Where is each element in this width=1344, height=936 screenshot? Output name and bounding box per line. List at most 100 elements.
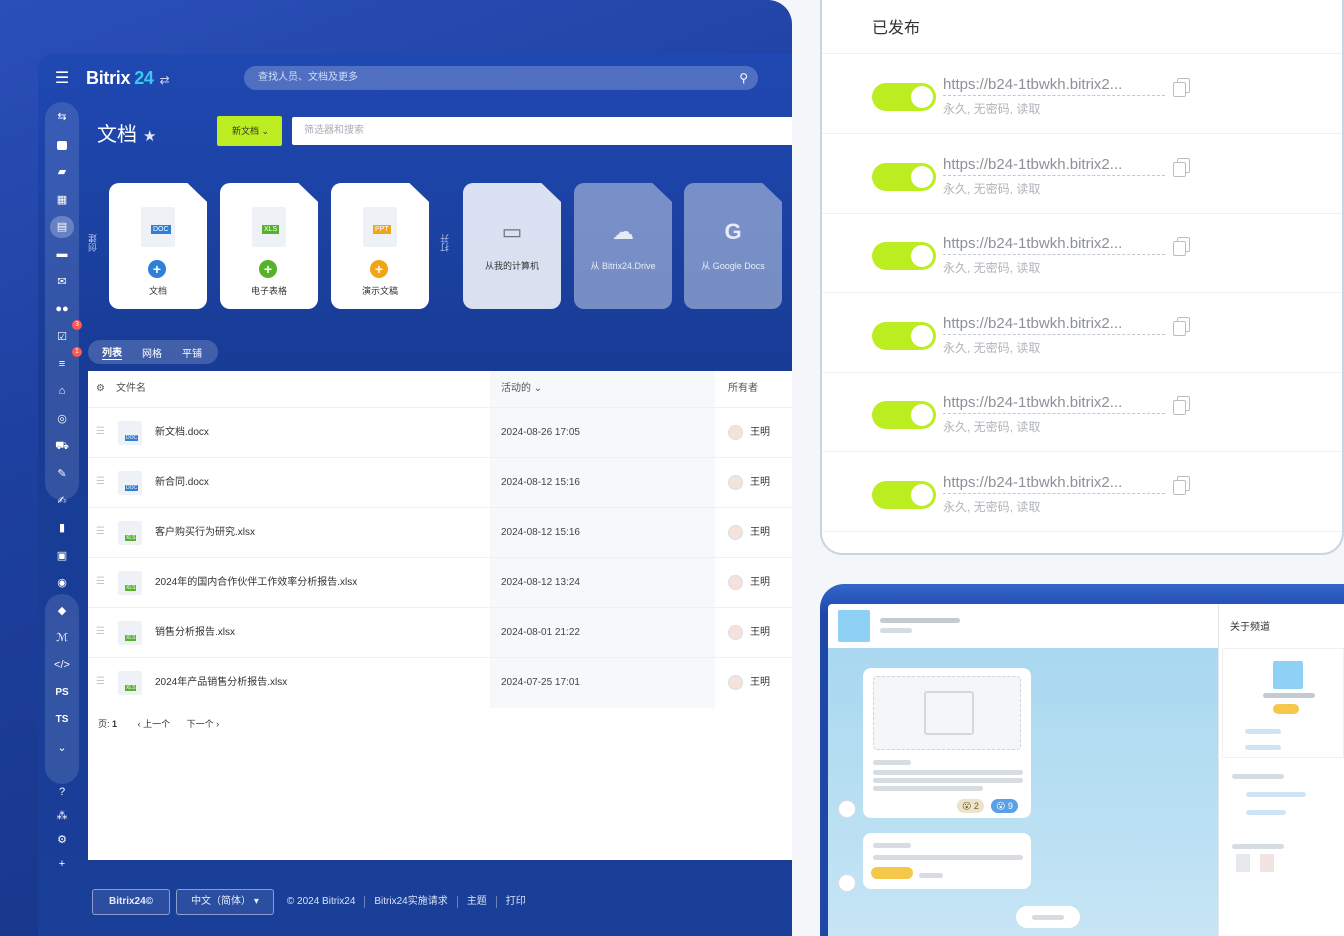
public-url-link[interactable]: https://b24-1tbwkh.bitrix2... (943, 393, 1165, 415)
file-owner[interactable]: 王明 (750, 558, 770, 608)
code-icon[interactable]: </> (50, 654, 74, 676)
create-card-1[interactable]: XLS + 电子表格 (220, 183, 318, 309)
table-row[interactable]: ☰ XLS 销售分析报告.xlsx 2024-08-01 21:22 王明 (88, 607, 792, 657)
file-owner[interactable]: 王明 (750, 408, 770, 458)
filter-search-input[interactable]: 筛选器和搜索 (292, 117, 792, 145)
table-row[interactable]: ☰ XLS 客户购买行为研究.xlsx 2024-08-12 15:16 王明 (88, 507, 792, 557)
publish-toggle[interactable] (872, 481, 936, 509)
copy-icon[interactable] (1173, 396, 1190, 416)
drive-icon[interactable]: ▬ (50, 243, 74, 265)
robot-icon[interactable]: ◉ (50, 572, 74, 594)
file-name[interactable]: 2024年的国内合作伙伴工作效率分析报告.xlsx (155, 558, 357, 608)
prev-page-link[interactable]: ‹ 上一个 (138, 719, 171, 729)
add-icon[interactable]: + (50, 853, 74, 875)
cube-icon[interactable]: ◆ (50, 600, 74, 622)
cart-icon[interactable]: ⛟ (50, 435, 74, 457)
open-card-1[interactable]: ☁ 从 Bitrix24.Drive (574, 183, 672, 309)
image-icon[interactable]: ▣ (50, 545, 74, 567)
brand-m-icon[interactable]: ℳ (50, 627, 74, 649)
create-card-2[interactable]: PPT + 演示文稿 (331, 183, 429, 309)
tasks-icon[interactable]: ☑ 3 (50, 320, 82, 348)
ps-item[interactable]: PS (50, 682, 74, 704)
copy-icon[interactable] (1173, 316, 1190, 336)
public-url-link[interactable]: https://b24-1tbwkh.bitrix2... (943, 155, 1165, 176)
ts-item[interactable]: TS (50, 709, 74, 731)
copy-icon[interactable] (1173, 237, 1190, 257)
public-url-link[interactable]: https://b24-1tbwkh.bitrix2... (943, 75, 1165, 96)
new-document-button[interactable]: 新文档 ⌄ (217, 116, 282, 146)
settings-icon[interactable]: ⚙ (96, 371, 105, 407)
bank-icon[interactable]: ⌂ (50, 380, 74, 402)
drag-handle-icon[interactable]: ☰ (96, 526, 105, 537)
open-card-0[interactable]: ▭ 从我的计算机 (463, 183, 561, 309)
public-url-link[interactable]: https://b24-1tbwkh.bitrix2... (943, 234, 1165, 256)
footer-brand-button[interactable]: Bitrix24© (92, 889, 171, 915)
target-icon[interactable]: ◎ (50, 408, 74, 430)
header-owner[interactable]: 所有者 (728, 371, 758, 407)
header-activity[interactable]: 活动的 ⌄ (501, 371, 542, 407)
chart-icon[interactable]: ▮ (50, 517, 74, 539)
table-row[interactable]: ☰ XLS 2024年的国内合作伙伴工作效率分析报告.xlsx 2024-08-… (88, 557, 792, 607)
publish-toggle[interactable] (872, 242, 936, 271)
impl-request-link[interactable]: Bitrix24实施请求 (365, 896, 458, 908)
print-link[interactable]: 打印 (497, 896, 535, 908)
language-select[interactable]: 中文（简体） ▾ (176, 889, 274, 915)
filter-icon[interactable]: ≡ 1 (50, 347, 82, 375)
inbox-icon[interactable] (50, 134, 74, 156)
public-url-link[interactable]: https://b24-1tbwkh.bitrix2... (943, 473, 1165, 494)
gear-icon[interactable]: ⚙ (50, 829, 74, 851)
file-name[interactable]: 客户购买行为研究.xlsx (155, 508, 255, 558)
copy-icon[interactable] (1173, 157, 1190, 177)
theme-link[interactable]: 主题 (458, 896, 497, 908)
tab-grid[interactable]: 网格 (142, 345, 162, 360)
file-owner[interactable]: 王明 (750, 458, 770, 508)
mail-icon[interactable]: ✉ (50, 271, 74, 293)
drag-handle-icon[interactable]: ☰ (96, 626, 105, 637)
hamburger-icon[interactable]: ☰ (38, 68, 86, 88)
signature-icon[interactable]: ✍ (50, 490, 74, 512)
join-button[interactable] (1016, 906, 1080, 928)
star-icon[interactable]: ★ (143, 128, 156, 145)
tab-tile[interactable]: 平铺 (182, 345, 202, 360)
public-url-link[interactable]: https://b24-1tbwkh.bitrix2... (943, 314, 1165, 335)
publish-toggle[interactable] (872, 321, 936, 350)
table-row[interactable]: ☰ DOC 新合同.docx 2024-08-12 15:16 王明 (88, 457, 792, 507)
drag-handle-icon[interactable]: ☰ (96, 476, 105, 487)
sign-icon[interactable]: ✎ (50, 463, 74, 485)
file-owner[interactable]: 王明 (750, 658, 770, 708)
file-name[interactable]: 新合同.docx (155, 458, 209, 508)
file-name[interactable]: 新文档.docx (155, 408, 209, 458)
help-icon[interactable]: ? (50, 781, 74, 803)
next-page-link[interactable]: 下一个 › (187, 719, 220, 729)
file-owner[interactable]: 王明 (750, 608, 770, 658)
global-search-input[interactable]: 查找人员、文档及更多 ⚲ (244, 66, 758, 90)
table-row[interactable]: ☰ XLS 2024年产品销售分析报告.xlsx 2024-07-25 17:0… (88, 657, 792, 707)
publish-toggle[interactable] (872, 83, 936, 111)
brand-logo[interactable]: Bitrix 24 ⇄ (86, 68, 170, 89)
documents-icon[interactable]: ▤ (50, 216, 74, 238)
chevron-down-icon[interactable]: ⌄ (50, 737, 74, 759)
create-card-0[interactable]: DOC + 文档 (109, 183, 207, 309)
drag-handle-icon[interactable]: ☰ (96, 576, 105, 587)
drag-handle-icon[interactable]: ☰ (96, 676, 105, 687)
table-row[interactable]: ☰ DOC 新文档.docx 2024-08-26 17:05 王明 (88, 407, 792, 457)
publish-toggle[interactable] (872, 162, 936, 191)
open-card-2[interactable]: G 从 Google Docs (684, 183, 782, 309)
publish-toggle[interactable] (872, 401, 936, 430)
header-filename[interactable]: 文件名 (116, 371, 146, 407)
copy-icon[interactable] (1173, 78, 1190, 97)
file-owner[interactable]: 王明 (750, 508, 770, 558)
reaction-badge-a[interactable]: 😮 2 (957, 799, 984, 813)
groups-icon[interactable]: ●● (50, 298, 74, 320)
chat-icon[interactable]: ▰ (50, 161, 74, 183)
search-icon[interactable]: ⚲ (739, 66, 748, 90)
reaction-badge-b[interactable]: 😮 9 (991, 799, 1018, 813)
feed-icon[interactable]: ⇆ (50, 106, 74, 128)
file-name[interactable]: 销售分析报告.xlsx (155, 608, 235, 658)
reactions-row[interactable] (871, 867, 913, 879)
switch-icon[interactable]: ⇄ (160, 73, 170, 87)
drag-handle-icon[interactable]: ☰ (96, 426, 105, 437)
sitemap-icon[interactable]: ⁂ (50, 805, 74, 827)
calendar-icon[interactable]: ▦ (50, 189, 74, 211)
file-name[interactable]: 2024年产品销售分析报告.xlsx (155, 658, 287, 708)
